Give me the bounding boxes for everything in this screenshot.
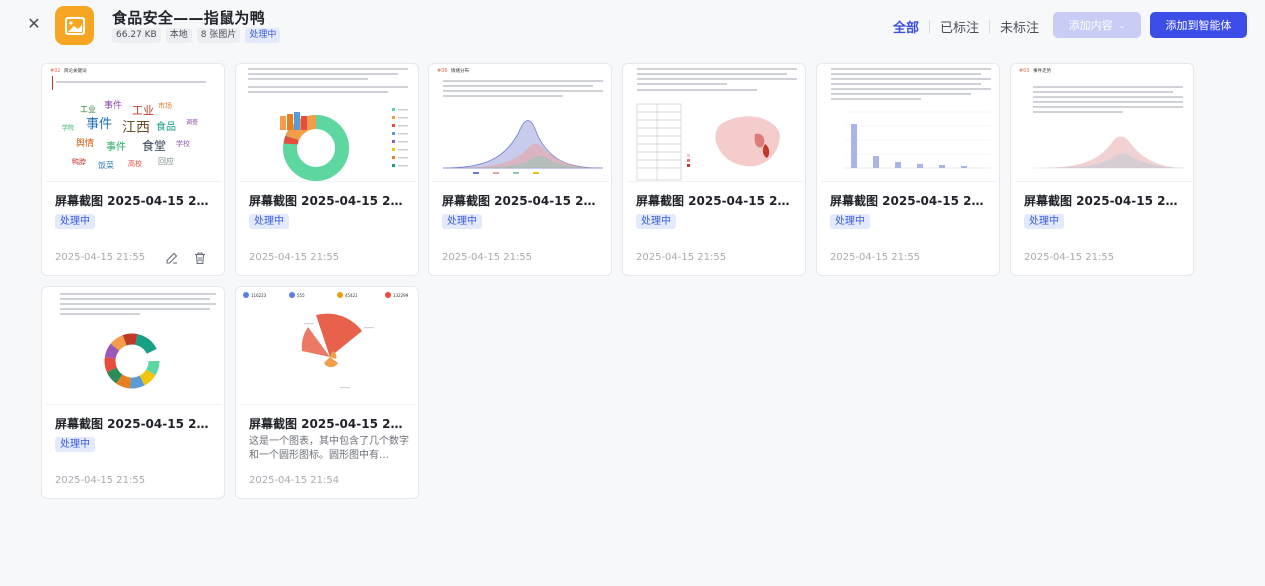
thumb-heading: 舆论关键词 [64, 67, 87, 74]
card-date: 2025-04-15 21:54 [249, 475, 340, 486]
status-badge: 处理中 [636, 214, 676, 229]
card-date: 2025-04-15 21:55 [442, 252, 533, 263]
add-content-label: 添加内容 [1068, 19, 1113, 32]
image-card[interactable]: 屏幕截图 2025-04-15 2154… 处理中 2025-04-15 21:… [816, 63, 1000, 276]
page-title: 食品安全——指鼠为鸭 [112, 9, 266, 27]
filter-annotated[interactable]: 已标注 [940, 17, 979, 36]
add-content-button[interactable]: 添加内容 ⌄ [1053, 12, 1141, 38]
card-title: 屏幕截图 2025-04-15 2154… [636, 194, 796, 208]
svg-text:食堂: 食堂 [142, 138, 166, 153]
filter-divider [929, 19, 931, 34]
card-date: 2025-04-15 21:55 [1024, 252, 1115, 263]
thumb-stat: 45421 [345, 293, 358, 298]
file-size: 66.27 KB [112, 28, 161, 43]
thumbnail-wordcloud: #02 舆论关键词 工业 事件 工业 市场 事件 江西 食品 舆情 事件 食堂 … [46, 64, 222, 182]
card-date: 2025-04-15 21:55 [249, 252, 340, 263]
add-to-agent-button[interactable]: 添加到智能体 [1150, 12, 1247, 38]
card-description: 这是一个图表，其中包含了几个数字和一个圆形图标。圆形图中有… [249, 436, 409, 461]
thumb-stat: 132299 [393, 293, 409, 298]
trash-icon[interactable] [193, 250, 207, 265]
thumbnail-area-chart: #06 情绪分布 [433, 64, 609, 182]
svg-text:#03: #03 [1019, 68, 1030, 74]
card-title: 屏幕截图 2025-04-15 2154… [442, 194, 602, 208]
card-title: 屏幕截图 2025-04-15 2154… [55, 194, 215, 208]
image-card[interactable]: 屏幕截图 2025-04-15 2154… 处理中 2025-04-15 21:… [41, 286, 225, 499]
thumb-heading: 情绪分布 [451, 67, 469, 74]
filter-unannotated[interactable]: 未标注 [1000, 17, 1039, 36]
card-date: 2025-04-15 21:55 [636, 252, 727, 263]
thumbnail-map-table [627, 64, 803, 182]
status-badge: 处理中 [245, 28, 281, 43]
svg-text:事件: 事件 [86, 117, 112, 132]
svg-text:事件: 事件 [106, 140, 126, 153]
card-title: 屏幕截图 2025-04-15 2154… [55, 417, 215, 431]
file-meta: 66.27 KB 本地 8 张图片 处理中 [112, 28, 281, 43]
filter-divider [989, 19, 991, 34]
card-date: 2025-04-15 21:55 [55, 252, 146, 263]
svg-text:饭菜: 饭菜 [98, 160, 114, 170]
filter-tabs: 全部 已标注 未标注 [893, 17, 1039, 36]
svg-text:调查: 调查 [186, 118, 198, 126]
top-bar: ✕ 食品安全——指鼠为鸭 66.27 KB 本地 8 张图片 处理中 全部 已标… [0, 0, 1265, 52]
svg-text:高校: 高校 [128, 159, 142, 168]
thumbnail-rose-chart: 116223 555 45421 132299 [240, 287, 416, 405]
close-icon[interactable]: ✕ [26, 16, 42, 32]
edit-icon[interactable] [165, 250, 179, 264]
image-card[interactable]: #06 情绪分布 屏幕截图 2025-04-15 2154… 处理中 2025-… [428, 63, 612, 276]
thumb-heading: 事件走势 [1033, 67, 1051, 74]
image-card[interactable]: 屏幕截图 2025-04-15 2154… 处理中 2025-04-15 21:… [622, 63, 806, 276]
status-badge: 处理中 [1024, 214, 1064, 229]
card-title: 屏幕截图 2025-04-15 2154… [1024, 194, 1184, 208]
svg-text:#02: #02 [50, 68, 61, 74]
card-title: 屏幕截图 2025-04-15 2154… [249, 194, 409, 208]
svg-text:工业: 工业 [80, 104, 96, 114]
card-date: 2025-04-15 21:55 [830, 252, 921, 263]
card-title: 屏幕截图 2025-04-15 2154… [830, 194, 990, 208]
svg-text:工业: 工业 [132, 104, 154, 117]
status-badge: 处理中 [55, 214, 95, 229]
card-date: 2025-04-15 21:55 [55, 475, 146, 486]
thumbnail-donut-chart [240, 64, 416, 182]
image-card[interactable]: 屏幕截图 2025-04-15 2154… 处理中 2025-04-15 21:… [235, 63, 419, 276]
thumb-stat: 555 [297, 293, 305, 298]
svg-text:回应: 回应 [158, 156, 174, 166]
card-actions [165, 250, 207, 265]
svg-text:事件: 事件 [104, 99, 122, 111]
status-badge: 处理中 [830, 214, 870, 229]
thumbnail-ring-chart [46, 287, 222, 405]
svg-text:#06: #06 [437, 68, 448, 74]
thumbnail-trend-chart: #03 事件走势 [1015, 64, 1191, 182]
filter-all[interactable]: 全部 [893, 17, 919, 36]
thumb-stat: 116223 [251, 293, 267, 298]
card-title: 屏幕截图 2025-04-15 2151… [249, 417, 409, 431]
thumbnail-bar-chart [821, 64, 997, 182]
svg-text:鸭脖: 鸭脖 [72, 157, 86, 166]
svg-text:学校: 学校 [176, 139, 190, 148]
image-count: 8 张图片 [196, 28, 241, 43]
file-source: 本地 [165, 28, 192, 43]
svg-text:食品: 食品 [156, 120, 176, 133]
status-badge: 处理中 [55, 437, 95, 452]
image-folder-icon [55, 6, 94, 45]
status-badge: 处理中 [249, 214, 289, 229]
image-card[interactable]: #03 事件走势 屏幕截图 2025-04-15 2154… 处理中 2025-… [1010, 63, 1194, 276]
status-badge: 处理中 [442, 214, 482, 229]
image-card[interactable]: 116223 555 45421 132299 屏幕截图 2025-04-15 … [235, 286, 419, 499]
svg-text:市场: 市场 [158, 101, 172, 110]
svg-text:学院: 学院 [62, 124, 74, 132]
svg-text:舆情: 舆情 [76, 137, 94, 149]
svg-text:江西: 江西 [122, 120, 150, 136]
image-card[interactable]: #02 舆论关键词 工业 事件 工业 市场 事件 江西 食品 舆情 事件 食堂 … [41, 63, 225, 276]
chevron-down-icon: ⌄ [1118, 20, 1126, 30]
